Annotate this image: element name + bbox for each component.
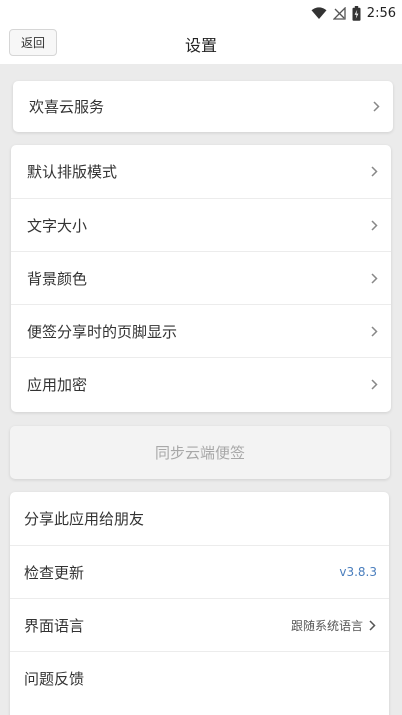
app-header: 返回 设置 bbox=[0, 26, 402, 64]
display-settings-card: 默认排版模式 文字大小 背景颜色 便签分享时的页脚显示 应用加密 bbox=[11, 145, 391, 412]
settings-item-share-footer[interactable]: 便签分享时的页脚显示 bbox=[11, 304, 391, 357]
chevron-right-icon bbox=[367, 618, 377, 632]
settings-item-label: 欢喜云服务 bbox=[29, 98, 105, 116]
settings-item-label: 默认排版模式 bbox=[27, 163, 118, 181]
settings-item-font-size[interactable]: 文字大小 bbox=[11, 198, 391, 251]
language-value: 跟随系统语言 bbox=[290, 618, 363, 633]
chevron-right-icon bbox=[369, 218, 379, 232]
chevron-right-icon bbox=[369, 271, 379, 285]
wifi-icon bbox=[311, 6, 327, 20]
chevron-right-icon bbox=[369, 377, 379, 391]
settings-item-label: 便签分享时的页脚显示 bbox=[27, 322, 178, 341]
status-time: 2:56 bbox=[366, 5, 396, 21]
settings-item-language[interactable]: 界面语言 跟随系统语言 bbox=[10, 598, 389, 651]
about-card: 分享此应用给朋友 检查更新 v3.8.3 界面语言 跟随系统语言 问题反馈 bbox=[10, 492, 389, 715]
chevron-right-icon bbox=[369, 165, 379, 179]
chevron-right-icon bbox=[369, 324, 379, 338]
settings-item-label: 分享此应用给朋友 bbox=[24, 510, 145, 528]
settings-item-label: 检查更新 bbox=[24, 563, 85, 582]
settings-item-default-layout[interactable]: 默认排版模式 bbox=[11, 145, 391, 198]
settings-item-background-color[interactable]: 背景颜色 bbox=[11, 251, 391, 304]
settings-item-cloud-service[interactable]: 欢喜云服务 bbox=[13, 81, 393, 132]
page-title: 设置 bbox=[184, 36, 217, 55]
settings-item-check-update[interactable]: 检查更新 v3.8.3 bbox=[10, 545, 389, 598]
settings-item-label: 应用加密 bbox=[27, 375, 88, 394]
no-signal-icon bbox=[332, 6, 346, 20]
settings-item-feedback[interactable]: 问题反馈 bbox=[10, 651, 389, 704]
settings-item-label: 文字大小 bbox=[27, 216, 88, 235]
battery-charging-icon bbox=[352, 5, 361, 21]
version-value: v3.8.3 bbox=[339, 565, 377, 579]
chevron-right-icon bbox=[371, 100, 381, 114]
sync-cloud-notes-button[interactable]: 同步云端便签 bbox=[10, 426, 390, 479]
settings-item-share-app[interactable]: 分享此应用给朋友 bbox=[10, 492, 389, 545]
settings-item-label: 界面语言 bbox=[24, 616, 85, 635]
cloud-service-card: 欢喜云服务 bbox=[13, 81, 393, 132]
settings-item-label: 背景颜色 bbox=[27, 269, 88, 288]
status-bar: 2:56 bbox=[0, 0, 402, 26]
settings-content: 欢喜云服务 默认排版模式 文字大小 背景颜色 便签分享时的页脚显示 应用加密 同… bbox=[0, 64, 402, 715]
settings-item-app-lock[interactable]: 应用加密 bbox=[11, 357, 391, 410]
settings-item-label: 问题反馈 bbox=[24, 669, 85, 688]
